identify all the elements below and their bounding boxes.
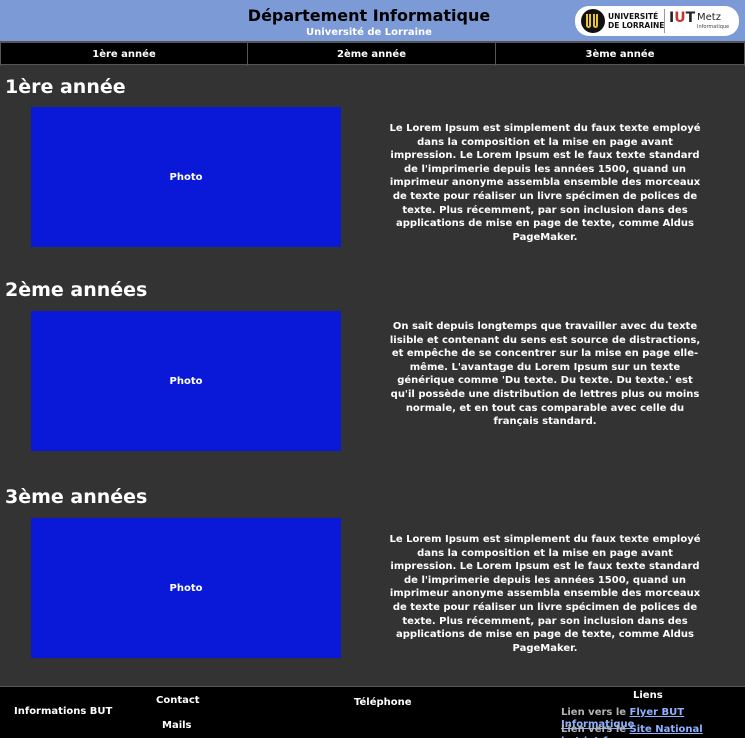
photo-placeholder-3: Photo — [31, 518, 341, 658]
footer-contact-heading: Contact — [156, 695, 200, 706]
iut-logo-text: IUT — [669, 10, 696, 26]
partner-logos: UNIVERSITÉ DE LORRAINE IUT Metz Informat… — [575, 6, 739, 36]
section-title-1ere-annee: 1ère année — [5, 76, 126, 98]
tab-1ere-annee[interactable]: 1ère année — [0, 43, 248, 66]
photo-placeholder-1: Photo — [31, 107, 341, 247]
section-title-2eme-annees: 2ème années — [5, 279, 148, 301]
footer-links-heading: Liens — [633, 690, 663, 701]
site-footer: Informations BUT Contact Mails Téléphone… — [0, 686, 745, 738]
universite-lorraine-logo-icon — [581, 9, 605, 33]
iut-metz-label: Metz — [697, 12, 721, 23]
section-text-3: Le Lorem Ipsum est simplement du faux te… — [389, 534, 701, 654]
section-title-3eme-annees: 3ème années — [5, 486, 148, 508]
section-text-2: On sait depuis longtemps que travailler … — [389, 321, 701, 428]
footer-link-national-row: Lien vers le Site National but.iut.fr — [561, 724, 745, 738]
tab-2eme-annee[interactable]: 2ème année — [248, 43, 496, 66]
footer-mails[interactable]: Mails — [162, 720, 192, 732]
iut-informatique-label: Informatique — [697, 24, 730, 30]
year-navigation: 1ère année 2ème année 3ème année — [0, 42, 745, 66]
footer-info-but: Informations BUT — [14, 706, 113, 717]
tab-3eme-annee[interactable]: 3ème année — [496, 43, 745, 66]
photo-placeholder-2: Photo — [31, 311, 341, 451]
site-header: Département Informatique Université de L… — [0, 0, 745, 42]
section-text-1: Le Lorem Ipsum est simplement du faux te… — [389, 123, 701, 243]
universite-lorraine-logo-text: UNIVERSITÉ DE LORRAINE — [608, 12, 665, 30]
footer-telephone[interactable]: Téléphone — [354, 697, 412, 709]
logo-divider — [664, 9, 665, 33]
